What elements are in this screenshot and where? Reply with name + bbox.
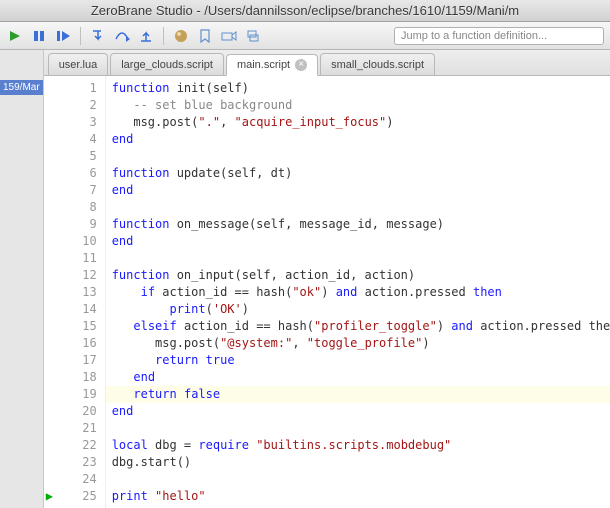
close-icon[interactable]: × [295, 59, 307, 71]
code-line[interactable]: end [106, 369, 610, 386]
step-into-button[interactable] [89, 27, 107, 45]
line-number: 14 [58, 301, 97, 318]
code-line[interactable]: local dbg = require "builtins.scripts.mo… [106, 437, 610, 454]
tab-small-clouds[interactable]: small_clouds.script [320, 53, 435, 75]
current-line-marker-icon: ▶ [44, 488, 58, 505]
step-over-button[interactable] [113, 27, 131, 45]
code-line[interactable]: function init(self) [106, 80, 610, 97]
line-number: 3 [58, 114, 97, 131]
line-number: 19 [58, 386, 97, 403]
code-line[interactable]: elseif action_id == hash("profiler_toggl… [106, 318, 610, 335]
line-number: 16 [58, 335, 97, 352]
jump-to-function-input[interactable]: Jump to a function definition... [394, 27, 604, 45]
code-line[interactable]: end [106, 182, 610, 199]
run-button[interactable] [6, 27, 24, 45]
toolbar: Jump to a function definition... [0, 22, 610, 50]
editor-tabs: user.lua large_clouds.script main.script… [44, 50, 610, 76]
line-number: 7 [58, 182, 97, 199]
line-number: 12 [58, 267, 97, 284]
line-number: 13 [58, 284, 97, 301]
line-number: 8 [58, 199, 97, 216]
pause-button[interactable] [30, 27, 48, 45]
code-line[interactable]: return true [106, 352, 610, 369]
code-editor[interactable]: ▶ 12345678910111213141516171819202122232… [44, 76, 610, 508]
line-number: 2 [58, 97, 97, 114]
window-titlebar: ZeroBrane Studio - /Users/dannilsson/ecl… [0, 0, 610, 22]
toolbar-separator [163, 27, 164, 45]
code-content[interactable]: function init(self) -- set blue backgrou… [106, 76, 610, 508]
code-line[interactable]: msg.post(".", "acquire_input_focus") [106, 114, 610, 131]
code-line[interactable]: print('OK') [106, 301, 610, 318]
line-number: 10 [58, 233, 97, 250]
code-line[interactable]: return false [106, 386, 610, 403]
code-line[interactable]: dbg.start() [106, 454, 610, 471]
code-line[interactable]: if action_id == hash("ok") and action.pr… [106, 284, 610, 301]
line-number: 1 [58, 80, 97, 97]
code-line[interactable]: msg.post("@system:", "toggle_profile") [106, 335, 610, 352]
bookmark-button[interactable] [196, 27, 214, 45]
line-number: 18 [58, 369, 97, 386]
window-title: ZeroBrane Studio - /Users/dannilsson/ecl… [91, 3, 519, 18]
line-number: 6 [58, 165, 97, 182]
watch-button[interactable] [220, 27, 238, 45]
line-number: 22 [58, 437, 97, 454]
code-line[interactable]: end [106, 403, 610, 420]
line-number: 5 [58, 148, 97, 165]
jump-placeholder: Jump to a function definition... [401, 30, 547, 42]
code-line[interactable] [106, 148, 610, 165]
line-number-gutter: 1234567891011121314151617181920212223242… [58, 76, 106, 508]
line-number: 15 [58, 318, 97, 335]
breakpoint-button[interactable] [172, 27, 190, 45]
code-line[interactable]: function update(self, dt) [106, 165, 610, 182]
line-number: 9 [58, 216, 97, 233]
stack-button[interactable] [244, 27, 262, 45]
line-number: 21 [58, 420, 97, 437]
line-number: 11 [58, 250, 97, 267]
code-line[interactable]: print "hello" [106, 488, 610, 505]
sidebar-item[interactable]: 159/Mar [0, 80, 43, 95]
code-line[interactable] [106, 420, 610, 437]
line-number: 24 [58, 471, 97, 488]
code-line[interactable] [106, 199, 610, 216]
marker-gutter: ▶ [44, 76, 58, 508]
code-line[interactable]: function on_input(self, action_id, actio… [106, 267, 610, 284]
line-number: 25 [58, 488, 97, 505]
code-line[interactable] [106, 250, 610, 267]
code-line[interactable]: end [106, 131, 610, 148]
step-button[interactable] [54, 27, 72, 45]
line-number: 4 [58, 131, 97, 148]
project-sidebar[interactable]: 159/Mar [0, 50, 44, 508]
tab-large-clouds[interactable]: large_clouds.script [110, 53, 224, 75]
code-line[interactable] [106, 471, 610, 488]
code-line[interactable]: -- set blue background [106, 97, 610, 114]
line-number: 23 [58, 454, 97, 471]
step-out-button[interactable] [137, 27, 155, 45]
line-number: 17 [58, 352, 97, 369]
line-number: 20 [58, 403, 97, 420]
tab-main-script[interactable]: main.script × [226, 54, 318, 76]
tab-user-lua[interactable]: user.lua [48, 53, 109, 75]
code-line[interactable]: function on_message(self, message_id, me… [106, 216, 610, 233]
code-line[interactable]: end [106, 233, 610, 250]
toolbar-separator [80, 27, 81, 45]
